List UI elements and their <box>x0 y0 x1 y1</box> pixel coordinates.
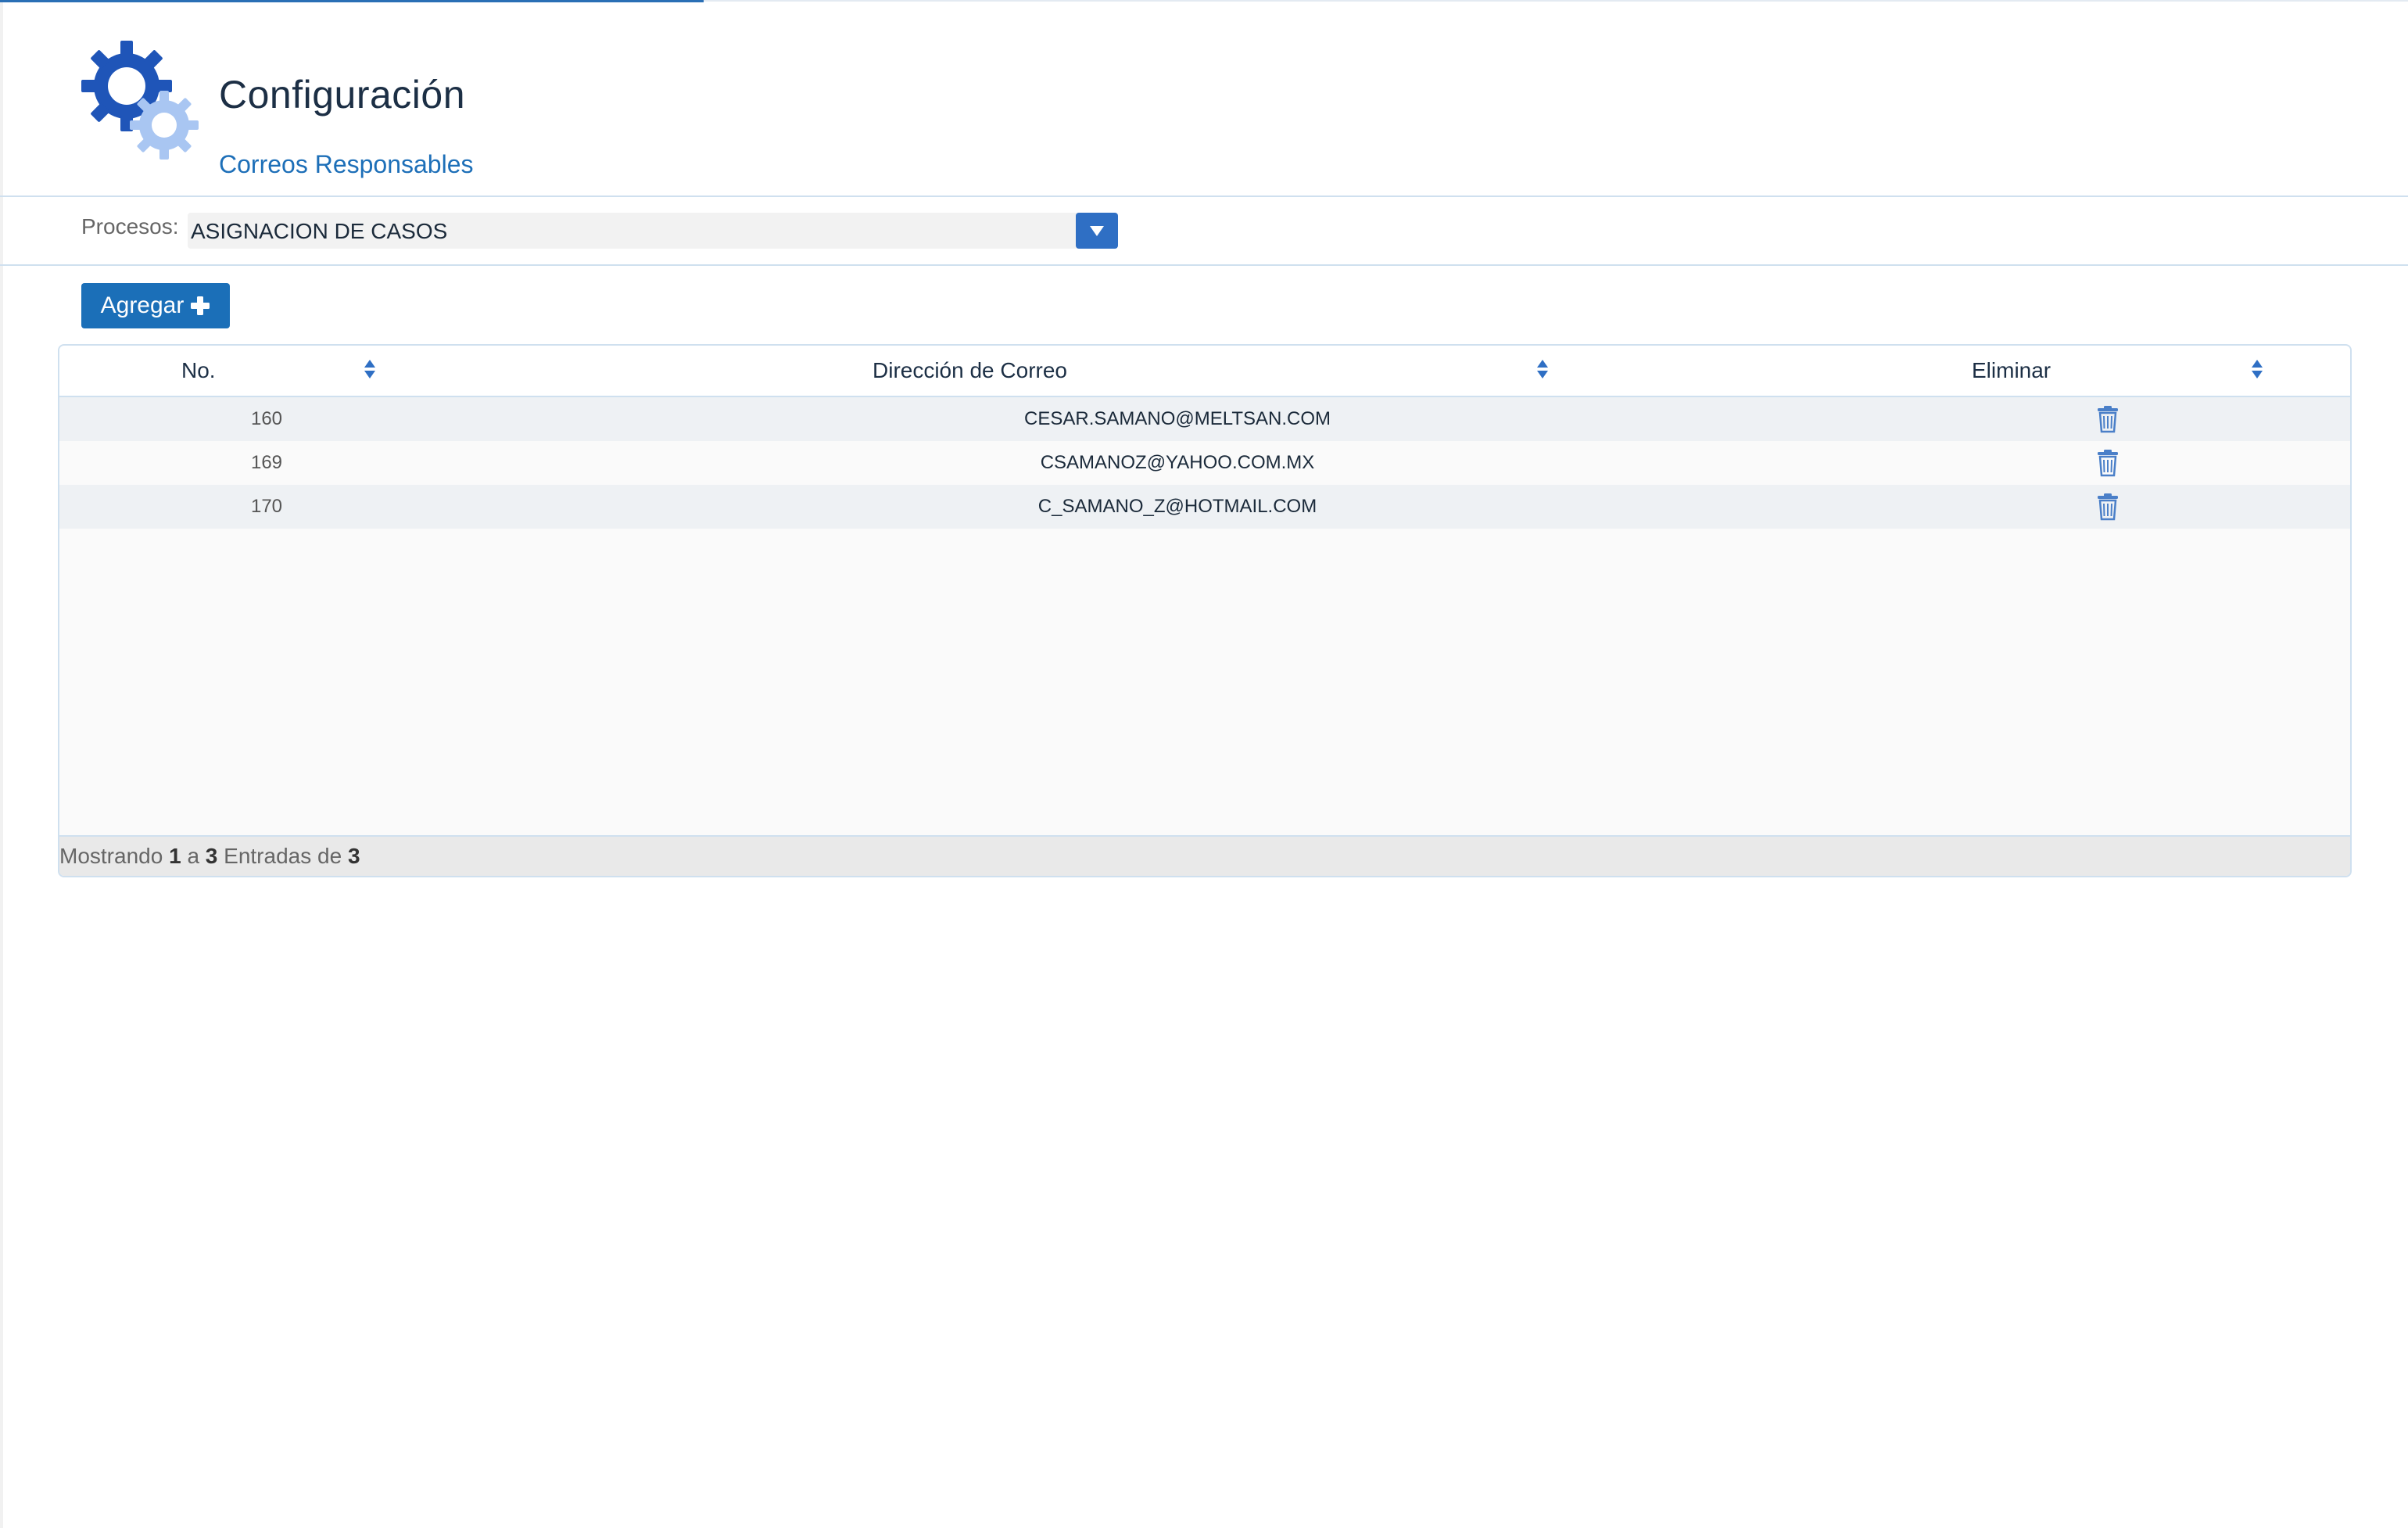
filter-bar: Procesos: ASIGNACION DE CASOS <box>0 197 2408 266</box>
footer-mid: Entradas de <box>224 844 342 868</box>
trash-icon[interactable] <box>2095 405 2120 433</box>
delete-cell <box>2061 397 2155 441</box>
add-button-label: Agregar <box>100 292 185 318</box>
footer-from: 1 <box>169 844 181 868</box>
sort-icon[interactable] <box>363 357 377 382</box>
process-filter-label: Procesos: <box>81 214 179 239</box>
row-number: 170 <box>250 496 283 517</box>
gears-icon <box>81 41 199 160</box>
delete-cell <box>2061 441 2155 485</box>
row-number: 160 <box>250 408 283 429</box>
table-row: 169 CSAMANOZ@YAHOO.COM.MX <box>59 441 2350 485</box>
process-select-toggle[interactable] <box>1076 213 1118 249</box>
table-body: 160 CESAR.SAMANO@MELTSAN.COM 169 CSAMANO… <box>59 397 2350 529</box>
page-title: Configuración <box>219 73 466 117</box>
trash-icon[interactable] <box>2095 493 2120 521</box>
footer-to: 3 <box>205 844 218 868</box>
trash-icon[interactable] <box>2095 449 2120 477</box>
page-subtitle: Correos Responsables <box>219 150 474 178</box>
delete-cell <box>2061 485 2155 529</box>
table-row: 160 CESAR.SAMANO@MELTSAN.COM <box>59 397 2350 441</box>
column-header-delete[interactable]: Eliminar <box>1972 346 2051 396</box>
table-row: 170 C_SAMANO_Z@HOTMAIL.COM <box>59 485 2350 529</box>
chevron-down-icon <box>1090 226 1104 236</box>
column-header-email[interactable]: Dirección de Correo <box>873 346 1067 396</box>
footer-total: 3 <box>347 844 360 868</box>
add-button[interactable]: Agregar <box>81 283 230 328</box>
footer-sep: a <box>187 844 200 868</box>
emails-table: No. Dirección de Correo Eliminar 160 CES… <box>58 344 2352 877</box>
plus-icon <box>191 296 210 315</box>
process-select[interactable]: ASIGNACION DE CASOS <box>188 213 1118 249</box>
row-email: C_SAMANO_Z@HOTMAIL.COM <box>1037 496 1317 517</box>
row-email: CESAR.SAMANO@MELTSAN.COM <box>1024 408 1331 429</box>
sort-icon[interactable] <box>1535 357 1550 382</box>
column-header-no[interactable]: No. <box>181 346 216 396</box>
process-select-value: ASIGNACION DE CASOS <box>191 219 448 243</box>
page-header: Configuración Correos Responsables <box>0 0 2408 197</box>
row-email: CSAMANOZ@YAHOO.COM.MX <box>1040 452 1315 473</box>
table-footer: Mostrando 1 a 3 Entradas de 3 <box>59 835 2350 876</box>
footer-prefix: Mostrando <box>59 844 163 868</box>
sort-icon[interactable] <box>2250 357 2264 382</box>
row-number: 169 <box>250 452 283 473</box>
table-header: No. Dirección de Correo Eliminar <box>59 346 2350 397</box>
